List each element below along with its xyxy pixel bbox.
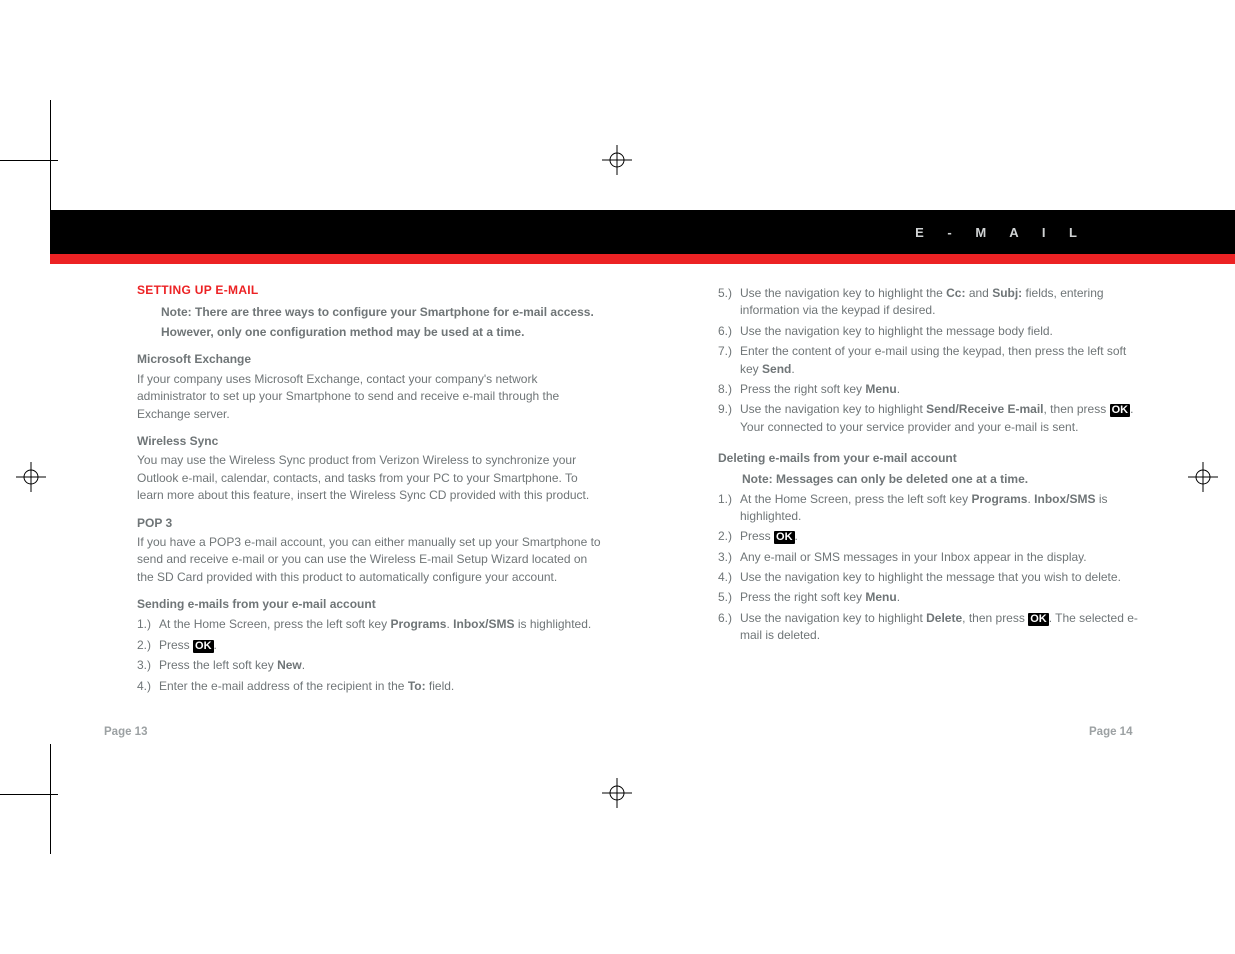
step-item: 6.) Use the navigation key to highlight … <box>718 323 1148 340</box>
step-item: 6.) Use the navigation key to highlight … <box>718 610 1148 645</box>
step-text: Any e-mail or SMS messages in your Inbox… <box>740 549 1148 566</box>
step-text: Press the left soft key New. <box>159 657 605 674</box>
left-column: SETTING UP E-MAIL Note: There are three … <box>137 282 605 698</box>
step-number: 1.) <box>137 616 159 633</box>
step-item: 1.) At the Home Screen, press the left s… <box>137 616 605 633</box>
step-text: Press OK. <box>740 528 1148 545</box>
step-text: Enter the e-mail address of the recipien… <box>159 678 605 695</box>
note-text: Note: There are three ways to configure … <box>161 303 605 321</box>
subheading: Deleting e-mails from your e-mail accoun… <box>718 450 1148 467</box>
step-text: Press OK. <box>159 637 605 654</box>
register-mark-icon <box>16 462 46 492</box>
step-item: 3.) Press the left soft key New. <box>137 657 605 674</box>
step-number: 4.) <box>718 569 740 586</box>
crop-mark <box>50 744 51 854</box>
step-text: Press the right soft key Menu. <box>740 589 1148 606</box>
step-text: Use the navigation key to highlight Dele… <box>740 610 1148 645</box>
crop-mark <box>0 794 58 795</box>
step-text: Enter the content of your e-mail using t… <box>740 343 1148 378</box>
header-bar: E - M A I L <box>50 210 1235 254</box>
subheading: Wireless Sync <box>137 433 605 450</box>
crop-mark <box>0 160 58 161</box>
ok-key-icon: OK <box>1028 613 1049 626</box>
paragraph: If your company uses Microsoft Exchange,… <box>137 371 605 423</box>
register-mark-icon <box>1188 462 1218 492</box>
step-number: 4.) <box>137 678 159 695</box>
step-text: Use the navigation key to highlight Send… <box>740 401 1148 436</box>
step-number: 2.) <box>718 528 740 545</box>
note-text: Note: Messages can only be deleted one a… <box>742 470 1148 488</box>
step-text: Use the navigation key to highlight the … <box>740 569 1148 586</box>
step-number: 5.) <box>718 285 740 320</box>
step-item: 5.) Press the right soft key Menu. <box>718 589 1148 606</box>
step-number: 1.) <box>718 491 740 526</box>
step-number: 6.) <box>718 323 740 340</box>
header-title: E - M A I L <box>915 225 1087 240</box>
step-item: 4.) Enter the e-mail address of the reci… <box>137 678 605 695</box>
subheading: POP 3 <box>137 515 605 532</box>
note-text: However, only one configuration method m… <box>161 323 605 341</box>
register-mark-icon <box>602 145 632 175</box>
step-item: 2.) Press OK. <box>718 528 1148 545</box>
step-number: 8.) <box>718 381 740 398</box>
ok-key-icon: OK <box>1110 404 1131 417</box>
step-item: 5.) Use the navigation key to highlight … <box>718 285 1148 320</box>
step-number: 6.) <box>718 610 740 645</box>
right-column: 5.) Use the navigation key to highlight … <box>718 282 1148 648</box>
register-mark-icon <box>602 778 632 808</box>
section-title: SETTING UP E-MAIL <box>137 282 605 299</box>
step-item: 3.) Any e-mail or SMS messages in your I… <box>718 549 1148 566</box>
step-item: 9.) Use the navigation key to highlight … <box>718 401 1148 436</box>
step-number: 2.) <box>137 637 159 654</box>
step-number: 9.) <box>718 401 740 436</box>
step-item: 1.) At the Home Screen, press the left s… <box>718 491 1148 526</box>
page-number-right: Page 14 <box>1089 726 1132 738</box>
step-text: Press the right soft key Menu. <box>740 381 1148 398</box>
paragraph: If you have a POP3 e-mail account, you c… <box>137 534 605 586</box>
step-number: 5.) <box>718 589 740 606</box>
header-accent <box>50 254 1235 264</box>
step-item: 7.) Enter the content of your e-mail usi… <box>718 343 1148 378</box>
paragraph: You may use the Wireless Sync product fr… <box>137 452 605 504</box>
step-number: 3.) <box>718 549 740 566</box>
subheading: Microsoft Exchange <box>137 351 605 368</box>
step-number: 7.) <box>718 343 740 378</box>
ok-key-icon: OK <box>193 640 214 653</box>
step-item: 2.) Press OK. <box>137 637 605 654</box>
step-item: 8.) Press the right soft key Menu. <box>718 381 1148 398</box>
step-text: Use the navigation key to highlight the … <box>740 323 1148 340</box>
step-text: At the Home Screen, press the left soft … <box>159 616 605 633</box>
crop-mark <box>50 100 51 210</box>
ok-key-icon: OK <box>774 531 795 544</box>
step-text: Use the navigation key to highlight the … <box>740 285 1148 320</box>
page-number-left: Page 13 <box>104 726 147 738</box>
step-item: 4.) Use the navigation key to highlight … <box>718 569 1148 586</box>
step-text: At the Home Screen, press the left soft … <box>740 491 1148 526</box>
subheading: Sending e-mails from your e-mail account <box>137 596 605 613</box>
step-number: 3.) <box>137 657 159 674</box>
